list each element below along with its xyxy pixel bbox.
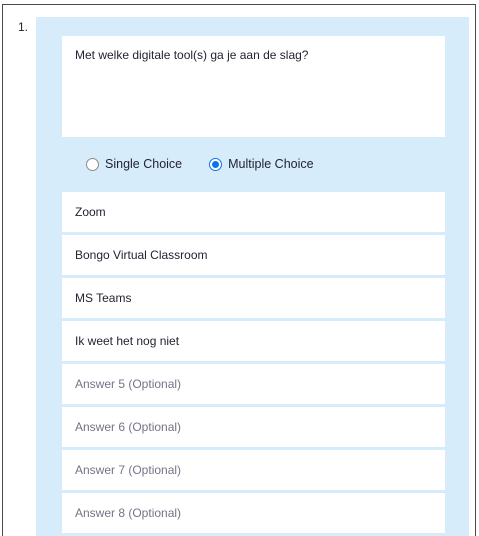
question-text-field[interactable]: Met welke digitale tool(s) ga je aan de … [62,36,445,137]
answer-field-8[interactable]: Answer 8 (Optional) [62,493,445,533]
multiple-choice-option[interactable]: Multiple Choice [209,157,314,171]
answer-field-5[interactable]: Answer 5 (Optional) [62,364,445,404]
answer-field-4[interactable]: Ik weet het nog niet [62,321,445,361]
choice-type-selector: Single Choice Multiple Choice [86,155,314,173]
single-choice-option[interactable]: Single Choice [86,157,182,171]
answer-field-1[interactable]: Zoom [62,192,445,232]
multiple-choice-radio[interactable] [209,157,223,171]
single-choice-label: Single Choice [105,157,183,171]
single-choice-radio[interactable] [86,157,99,171]
answer-field-2[interactable]: Bongo Virtual Classroom [62,235,445,275]
question-number: 1. [18,20,29,34]
answer-field-7[interactable]: Answer 7 (Optional) [62,450,445,490]
answer-field-6[interactable]: Answer 6 (Optional) [62,407,445,447]
answer-field-3[interactable]: MS Teams [62,278,445,318]
answer-list: Zoom Bongo Virtual Classroom MS Teams Ik… [62,192,445,536]
multiple-choice-label: Multiple Choice [228,157,314,171]
